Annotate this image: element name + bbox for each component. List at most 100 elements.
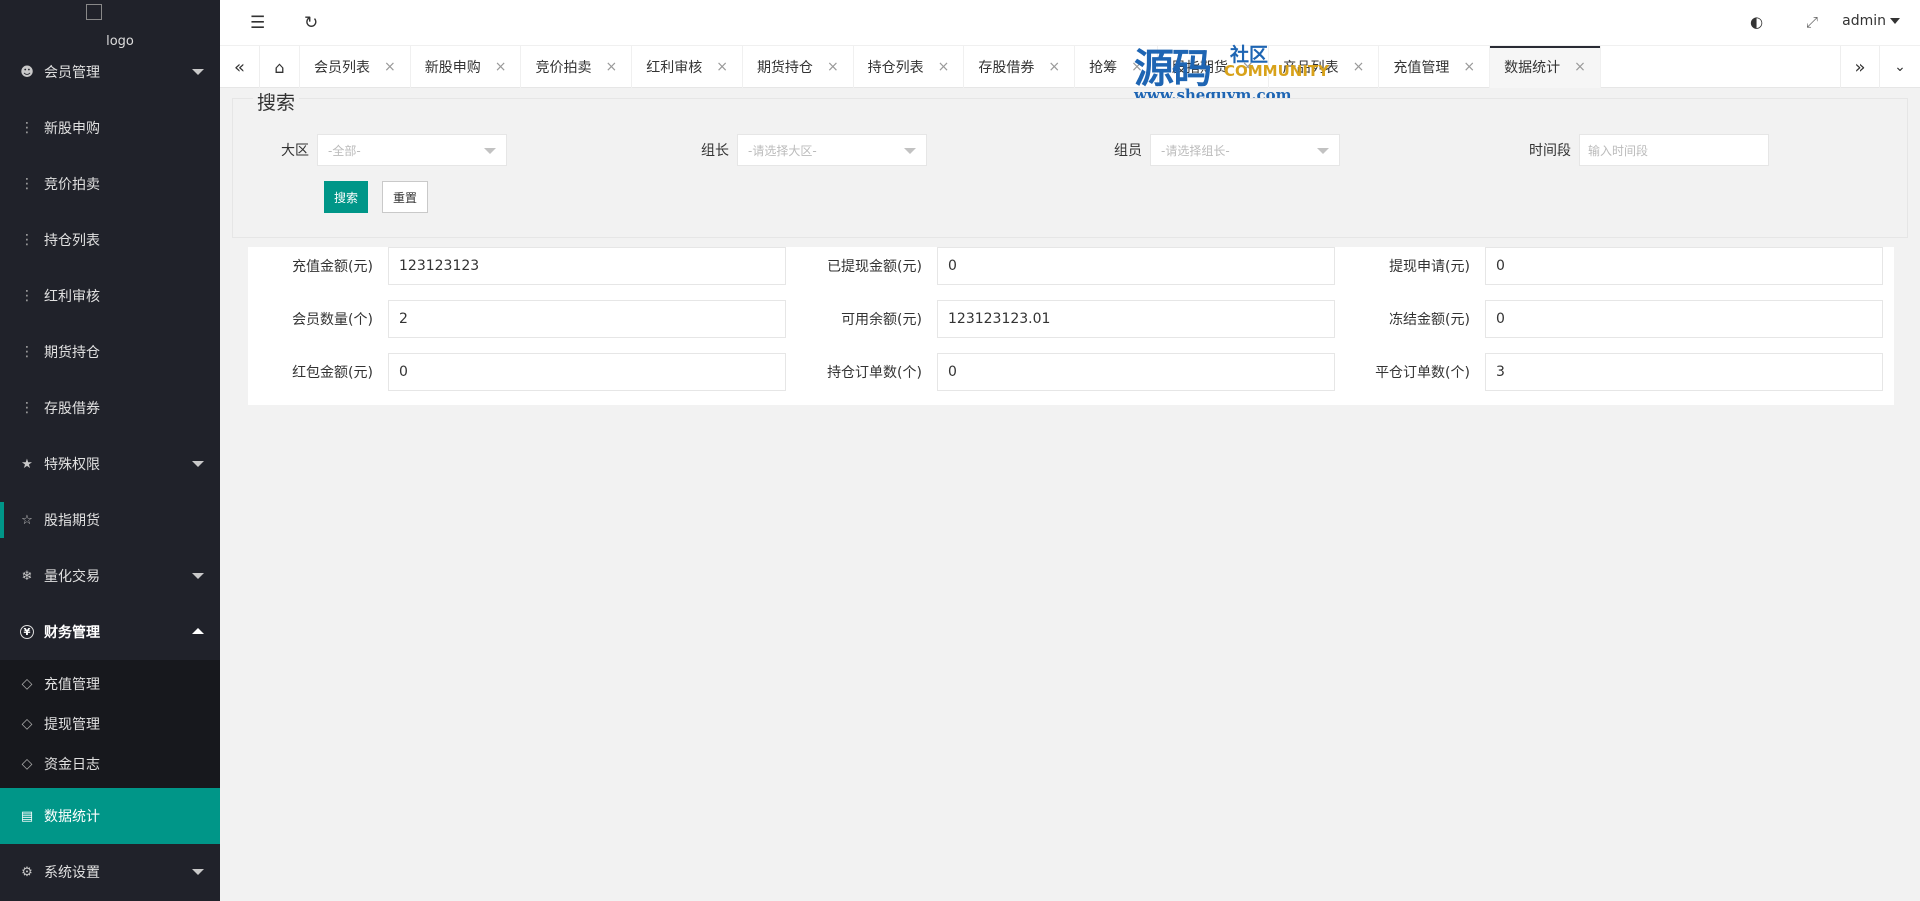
- region-selected-value: -全部-: [328, 143, 361, 158]
- sidebar-item-label: 提现管理: [44, 717, 100, 733]
- stat-label: 提现申请(元): [1389, 259, 1470, 275]
- statistics-panel: 充值金额(元) 123123123 已提现金额(元) 0 提现申请(元) 0 会…: [248, 247, 1894, 405]
- dots-icon: ⋮: [20, 176, 34, 192]
- user-menu[interactable]: admin: [1842, 13, 1900, 29]
- region-field: 大区 -全部-: [281, 134, 507, 166]
- stats-row: 红包金额(元) 0 持仓订单数(个) 0 平仓订单数(个) 3: [248, 353, 1894, 391]
- tab-product-list[interactable]: 产品列表 ×: [1269, 46, 1380, 88]
- sidebar-item-auction[interactable]: ⋮ 竞价拍卖: [0, 156, 220, 212]
- diamond-icon: ◇: [21, 756, 33, 772]
- close-icon[interactable]: ×: [1242, 59, 1254, 75]
- sidebar-item-label: 红利审核: [44, 289, 100, 305]
- tab-label: 数据统计: [1504, 60, 1561, 76]
- dots-icon: ⋮: [20, 120, 34, 136]
- region-label: 大区: [281, 143, 309, 159]
- sidebar-item-label: 股指期货: [44, 513, 100, 529]
- time-range-input[interactable]: 输入时间段: [1579, 134, 1769, 166]
- sidebar-item-stock-lending[interactable]: ⋮ 存股借券: [0, 380, 220, 436]
- sidebar-item-label: 特殊权限: [44, 457, 100, 473]
- menu-collapse-icon[interactable]: ☰: [250, 13, 265, 33]
- tab-label: 充值管理: [1393, 60, 1450, 76]
- close-icon[interactable]: ×: [1463, 59, 1475, 75]
- sidebar-item-quant-trading[interactable]: ❄ 量化交易: [0, 548, 220, 604]
- dots-icon: ⋮: [20, 344, 34, 360]
- stat-member-count: 会员数量(个) 2: [248, 300, 786, 338]
- chevron-down-icon: [192, 69, 204, 75]
- tab-auction[interactable]: 竞价拍卖 ×: [521, 46, 633, 88]
- stat-label: 冻结金额(元): [1389, 312, 1470, 328]
- stat-label: 持仓订单数(个): [827, 365, 922, 381]
- palette-icon[interactable]: ◐: [1750, 13, 1763, 31]
- member-selected-value: -请选择组长-: [1161, 143, 1230, 158]
- main-content: 搜索 大区 -全部- 组长 -请选择大区- 组员 -请选择组长- 时间段 输入时…: [232, 88, 1908, 405]
- close-icon[interactable]: ×: [384, 59, 396, 75]
- tab-statistics[interactable]: 数据统计 ×: [1490, 46, 1601, 88]
- close-icon[interactable]: ×: [1574, 59, 1586, 75]
- sidebar-item-positions[interactable]: ⋮ 持仓列表: [0, 212, 220, 268]
- close-icon[interactable]: ×: [716, 59, 728, 75]
- tab-member-list[interactable]: 会员列表 ×: [300, 46, 411, 88]
- sidebar-item-statistics[interactable]: ▤ 数据统计: [0, 788, 220, 844]
- sidebar-item-fund-log[interactable]: ◇ 资金日志: [0, 744, 220, 784]
- close-icon[interactable]: ×: [1048, 59, 1060, 75]
- stat-value: 123123123.01: [937, 300, 1335, 338]
- tabs-scroll-right-icon[interactable]: »: [1840, 46, 1880, 88]
- top-header: ☰ ↻ ◐ ⤢ admin: [220, 0, 1920, 46]
- reset-button[interactable]: 重置: [382, 181, 429, 213]
- stat-value: 0: [388, 353, 786, 391]
- sidebar-item-finance[interactable]: ¥ 财务管理: [0, 604, 220, 660]
- chevron-down-icon: [192, 461, 204, 467]
- tab-stock-lending[interactable]: 存股借券 ×: [964, 46, 1076, 88]
- close-icon[interactable]: ×: [827, 59, 839, 75]
- close-icon[interactable]: ×: [605, 59, 617, 75]
- stat-frozen-amount: 冻结金额(元) 0: [1345, 300, 1883, 338]
- chevron-down-icon: [484, 148, 496, 154]
- broken-image-icon: [86, 4, 103, 20]
- snowflake-icon: ❄: [21, 568, 33, 584]
- username: admin: [1842, 13, 1886, 29]
- member-select[interactable]: -请选择组长-: [1150, 134, 1340, 166]
- sidebar-item-recharge[interactable]: ◇ 充值管理: [0, 664, 220, 704]
- logo[interactable]: logo: [0, 0, 220, 49]
- stat-value: 0: [937, 353, 1335, 391]
- stat-withdrawn-amount: 已提现金额(元) 0: [797, 247, 1335, 285]
- sidebar-item-special-permissions[interactable]: ★ 特殊权限: [0, 436, 220, 492]
- stat-available-balance: 可用余额(元) 123123123.01: [797, 300, 1335, 338]
- tab-positions[interactable]: 持仓列表 ×: [854, 46, 965, 88]
- stat-value: 0: [1485, 300, 1883, 338]
- sidebar-item-dividend[interactable]: ⋮ 红利审核: [0, 268, 220, 324]
- stats-row: 充值金额(元) 123123123 已提现金额(元) 0 提现申请(元) 0: [248, 247, 1894, 285]
- star-icon: ★: [21, 456, 33, 472]
- search-legend: 搜索: [253, 88, 300, 115]
- close-icon[interactable]: ×: [1353, 59, 1365, 75]
- tab-recharge[interactable]: 充值管理 ×: [1379, 46, 1491, 88]
- search-button[interactable]: 搜索: [324, 181, 369, 213]
- region-select[interactable]: -全部-: [317, 134, 507, 166]
- close-icon[interactable]: ×: [1131, 59, 1143, 75]
- tabs-menu-chevron-down-icon[interactable]: ⌄: [1880, 46, 1920, 88]
- sidebar-item-withdraw[interactable]: ◇ 提现管理: [0, 704, 220, 744]
- tab-index-futures[interactable]: 股指期货 ×: [1158, 46, 1269, 88]
- close-icon[interactable]: ×: [938, 59, 950, 75]
- stat-label: 可用余额(元): [841, 312, 922, 328]
- tab-dividend[interactable]: 红利审核 ×: [632, 46, 743, 88]
- sidebar-item-futures-positions[interactable]: ⋮ 期货持仓: [0, 324, 220, 380]
- tab-label: 存股借券: [978, 60, 1035, 76]
- sidebar-item-label: 财务管理: [44, 625, 100, 641]
- refresh-icon[interactable]: ↻: [304, 13, 318, 33]
- tab-futures-positions[interactable]: 期货持仓 ×: [743, 46, 854, 88]
- sidebar-item-ipo[interactable]: ⋮ 新股申购: [0, 100, 220, 156]
- tab-home[interactable]: ⌂: [260, 46, 300, 88]
- sidebar-item-label: 新股申购: [44, 121, 100, 137]
- leader-select[interactable]: -请选择大区-: [737, 134, 927, 166]
- tab-ipo[interactable]: 新股申购 ×: [411, 46, 522, 88]
- tab-grab[interactable]: 抢筹 ×: [1075, 46, 1158, 88]
- tabs-scroll-left-icon[interactable]: «: [220, 46, 260, 88]
- sidebar-item-index-futures[interactable]: ☆ 股指期货: [0, 492, 220, 548]
- sidebar-item-system-settings[interactable]: ⚙ 系统设置: [0, 844, 220, 900]
- fullscreen-icon[interactable]: ⤢: [1806, 13, 1818, 31]
- tab-label: 股指期货: [1171, 60, 1228, 76]
- stat-value: 0: [937, 247, 1335, 285]
- close-icon[interactable]: ×: [495, 59, 507, 75]
- sidebar-item-member-management[interactable]: ☻ 会员管理: [0, 44, 220, 100]
